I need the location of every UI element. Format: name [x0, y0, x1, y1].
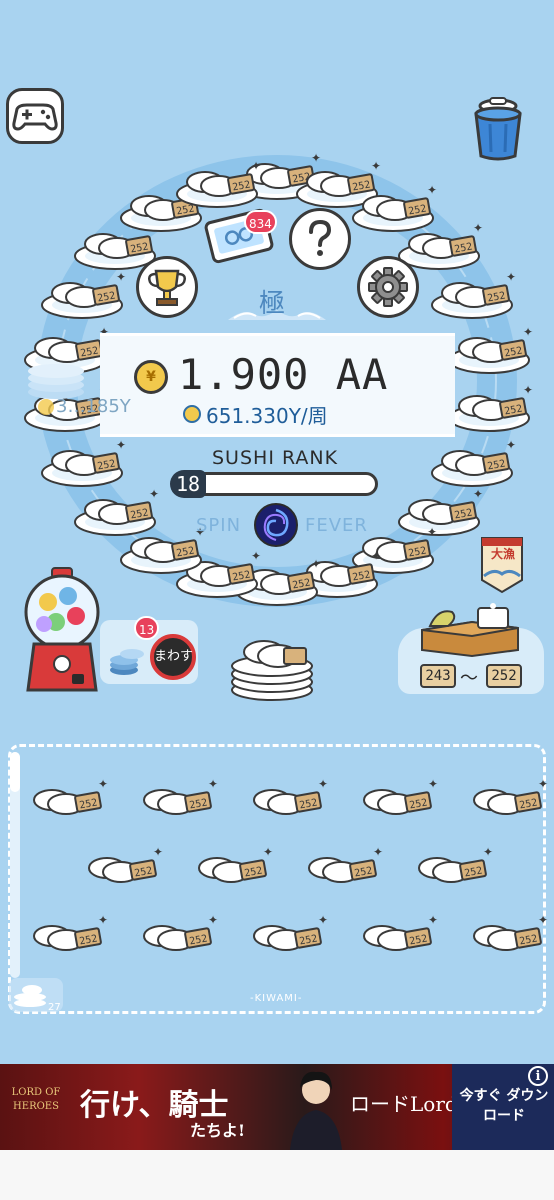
spin-chips-icon: [110, 649, 144, 675]
svg-text:✦: ✦: [116, 438, 126, 452]
stored-sushi-item[interactable]: 252 ✦: [348, 774, 440, 834]
rate-coin-icon: [183, 405, 201, 423]
gacha-machine-icon[interactable]: [24, 566, 100, 694]
stored-sushi-item[interactable]: 252 ✦: [348, 910, 440, 970]
svg-text:✦: ✦: [523, 383, 533, 397]
svg-text:✦: ✦: [506, 438, 516, 452]
range-separator: 〜: [460, 668, 478, 689]
plate-stack-icon[interactable]: [228, 628, 316, 702]
sushi-rank-label: SUSHI RANK: [212, 447, 339, 469]
stored-sushi-item[interactable]: 252 ✦: [293, 842, 385, 902]
svg-text:✦: ✦: [473, 221, 483, 235]
belt-sushi-plate[interactable]: 252✦: [443, 380, 535, 440]
stored-sushi-item[interactable]: 252 ✦: [128, 774, 220, 834]
gear-icon: [368, 267, 408, 307]
svg-text:✦: ✦: [373, 845, 383, 859]
ad-logo: LORD OF HEROES: [11, 1087, 61, 1112]
rank-emblem-character: 極: [259, 289, 286, 319]
side-coin-amount: 3…185Y: [56, 396, 131, 417]
settings-button[interactable]: [357, 256, 419, 318]
belt-sushi-plate[interactable]: 252✦: [426, 267, 518, 327]
ad-info-icon[interactable]: i: [528, 1066, 548, 1086]
stored-sushi-item[interactable]: 252 ✦: [238, 774, 330, 834]
svg-text:✦: ✦: [371, 159, 381, 173]
svg-text:✦: ✦: [251, 549, 261, 563]
range-max: 252: [486, 664, 522, 688]
range-min: 243: [420, 664, 456, 688]
side-coin-icon: [38, 399, 54, 415]
belt-sushi-plate[interactable]: 252✦: [443, 322, 535, 382]
svg-text:✦: ✦: [427, 183, 437, 197]
stored-sushi-item[interactable]: 252 ✦: [18, 774, 110, 834]
question-mark-icon: [309, 219, 332, 256]
svg-text:✦: ✦: [428, 913, 438, 927]
svg-text:✦: ✦: [506, 270, 516, 284]
tairyo-label: 大漁: [491, 547, 516, 561]
ingredient-crate-icon[interactable]: [418, 600, 522, 658]
svg-text:✦: ✦: [153, 845, 163, 859]
svg-text:✦: ✦: [523, 325, 533, 339]
ad-download-label: 今すぐ ダウンロード: [459, 1088, 549, 1124]
help-button[interactable]: [289, 208, 351, 270]
stored-sushi-item[interactable]: 252 ✦: [403, 842, 495, 902]
svg-text:✦: ✦: [427, 525, 437, 539]
ad-brand: ロードLord: [350, 1092, 458, 1116]
svg-text:✦: ✦: [483, 845, 493, 859]
svg-text:✦: ✦: [251, 159, 261, 173]
gamepad-icon: [12, 103, 58, 131]
svg-text:✦: ✦: [538, 777, 548, 791]
stored-sushi-item[interactable]: 252 ✦: [183, 842, 275, 902]
ad-subline: たちよ!: [190, 1121, 246, 1140]
gamepad-button[interactable]: [6, 88, 64, 144]
stored-sushi-item[interactable]: 252 ✦: [73, 842, 165, 902]
spin-button[interactable]: まわす: [150, 634, 196, 680]
svg-text:✦: ✦: [208, 913, 218, 927]
svg-text:✦: ✦: [98, 777, 108, 791]
svg-text:✦: ✦: [208, 777, 218, 791]
svg-text:✦: ✦: [371, 549, 381, 563]
trophy-button[interactable]: [136, 256, 198, 318]
ad-character-image: [290, 1071, 342, 1150]
bottom-safe-area: [0, 1150, 554, 1200]
ticket-count-badge: 834: [244, 210, 277, 234]
collected-plates-stack[interactable]: [24, 352, 94, 402]
rank-level: 18: [170, 470, 206, 498]
trophy-icon: [148, 269, 186, 306]
storage-label: -KIWAMI-: [250, 993, 303, 1004]
money-amount: 1.900 AA: [178, 350, 389, 399]
svg-text:✦: ✦: [538, 913, 548, 927]
svg-text:✦: ✦: [149, 487, 159, 501]
stored-sushi-item[interactable]: 252 ✦: [238, 910, 330, 970]
svg-text:✦: ✦: [318, 777, 328, 791]
spin-chip-count-badge: 13: [134, 616, 160, 640]
stored-sushi-item[interactable]: 252 ✦: [128, 910, 220, 970]
svg-text:✦: ✦: [311, 557, 321, 571]
fever-label: FEVER: [305, 515, 368, 536]
plate-counter-value: 27: [48, 1002, 61, 1013]
svg-text:✦: ✦: [318, 913, 328, 927]
spin-label: SPIN: [196, 515, 242, 536]
svg-text:✦: ✦: [428, 777, 438, 791]
svg-text:✦: ✦: [98, 913, 108, 927]
svg-text:✦: ✦: [473, 487, 483, 501]
tairyo-flag-icon[interactable]: [478, 532, 526, 598]
yen-coin-icon: ¥: [134, 360, 168, 394]
income-rate: 651.330Y/周: [206, 404, 328, 428]
game-screen: 252 ✦ 252 ✦ 252 ✦ 252 ✦ 252 ✦ 252 ✦ 252 ✦ 252 ✦ 252 ✦ 252 ✦…: [0, 0, 554, 1200]
fever-vortex-button[interactable]: [253, 502, 299, 548]
stored-sushi-item[interactable]: 252 ✦: [18, 910, 110, 970]
svg-text:✦: ✦: [263, 845, 273, 859]
belt-sushi-plate[interactable]: 252✦: [36, 435, 128, 495]
stored-sushi-item[interactable]: 252 ✦: [458, 910, 550, 970]
stored-sushi-item[interactable]: 252 ✦: [458, 774, 550, 834]
